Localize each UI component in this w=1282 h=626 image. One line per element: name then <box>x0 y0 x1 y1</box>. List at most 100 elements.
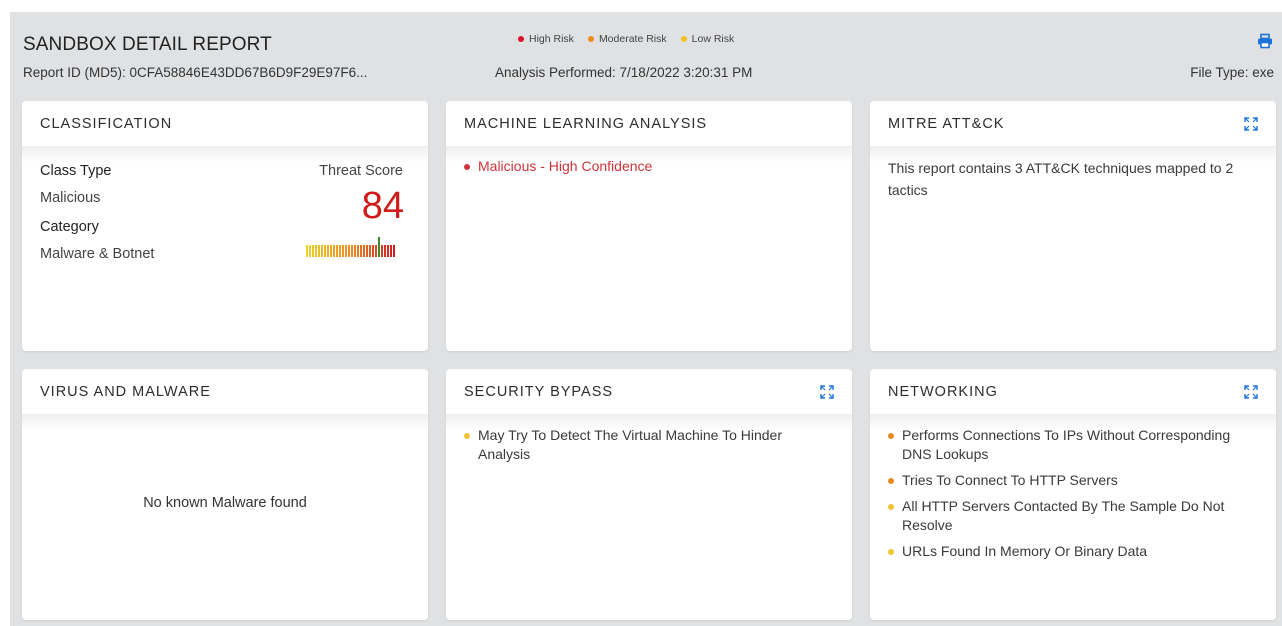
card-title: NETWORKING <box>888 383 998 400</box>
list-item-text: URLs Found In Memory Or Binary Data <box>902 543 1148 559</box>
threat-meter-tick <box>354 245 356 257</box>
threat-meter-tick <box>369 245 371 257</box>
list-item-text: May Try To Detect The Virtual Machine To… <box>478 427 782 462</box>
threat-score-label: Threat Score <box>319 163 403 179</box>
low-risk-dot-icon <box>680 36 687 42</box>
legend-label: Moderate Risk <box>598 33 667 45</box>
classification-card: CLASSIFICATION Class Type Malicious Cate… <box>22 101 428 351</box>
card-header: MITRE ATT&CK <box>870 101 1276 147</box>
card-title: VIRUS AND MALWARE <box>40 383 211 400</box>
threat-meter-tick <box>351 245 353 257</box>
security-list: May Try To Detect The Virtual Machine To… <box>446 426 852 464</box>
threat-meter-tick <box>381 245 383 257</box>
expand-icon[interactable] <box>1244 384 1258 399</box>
security-bypass-card: SECURITY BYPASS May Try To Detect The Vi… <box>446 369 852 620</box>
class-type-value: Malicious <box>40 190 101 206</box>
card-title: MACHINE LEARNING ANALYSIS <box>464 115 708 132</box>
expand-icon[interactable] <box>1244 116 1258 131</box>
moderate-risk-dot-icon <box>888 433 894 439</box>
threat-meter-tick <box>375 245 377 257</box>
page-title: SANDBOX DETAIL REPORT <box>23 34 272 55</box>
threat-meter-tick <box>342 245 344 257</box>
category-label: Category <box>40 219 99 235</box>
threat-meter-tick <box>330 245 332 257</box>
low-risk-dot-icon <box>888 549 894 555</box>
mitre-card: MITRE ATT&CK This report contains 3 ATT&… <box>870 101 1276 351</box>
list-item: Tries To Connect To HTTP Servers <box>888 471 1258 490</box>
category-value: Malware & Botnet <box>40 246 155 262</box>
high-risk-dot-icon <box>518 36 524 42</box>
threat-meter-tick <box>324 245 326 257</box>
threat-meter-tick <box>387 245 389 257</box>
threat-meter-tick <box>393 245 395 257</box>
card-header: SECURITY BYPASS <box>446 369 852 415</box>
file-type: File Type: exe <box>1190 65 1274 80</box>
expand-icon[interactable] <box>820 384 834 399</box>
threat-score-meter <box>306 237 395 257</box>
threat-meter-tick <box>384 245 386 257</box>
classification-body: Class Type Malicious Category Malware & … <box>22 163 428 349</box>
risk-legend: High Risk Moderate Risk Low Risk <box>518 33 734 45</box>
networking-card: NETWORKING Performs Connections To IPs W… <box>870 369 1276 620</box>
legend-label: High Risk <box>529 33 574 45</box>
class-type-label: Class Type <box>40 163 112 179</box>
threat-meter-marker <box>378 237 380 257</box>
virus-malware-card: VIRUS AND MALWARE No known Malware found <box>22 369 428 620</box>
ml-analysis-card: MACHINE LEARNING ANALYSIS Malicious - Hi… <box>446 101 852 351</box>
threat-meter-tick <box>360 245 362 257</box>
moderate-risk-dot-icon <box>587 36 594 42</box>
low-risk-dot-icon <box>888 504 894 510</box>
threat-meter-tick <box>372 245 374 257</box>
high-risk-dot-icon <box>464 164 470 170</box>
threat-meter-tick <box>318 245 320 257</box>
threat-meter-tick <box>309 245 311 257</box>
threat-score-value: 84 <box>361 185 404 227</box>
legend-label: Low Risk <box>691 33 735 45</box>
threat-meter-tick <box>363 245 365 257</box>
no-malware-message: No known Malware found <box>143 495 307 511</box>
card-header: VIRUS AND MALWARE <box>22 369 428 415</box>
moderate-risk-dot-icon <box>888 478 894 484</box>
report-frame: SANDBOX DETAIL REPORT High Risk Moderate… <box>10 12 1282 626</box>
list-item: All HTTP Servers Contacted By The Sample… <box>888 497 1258 535</box>
list-item: URLs Found In Memory Or Binary Data <box>888 542 1258 561</box>
card-band <box>22 415 428 431</box>
threat-meter-tick <box>333 245 335 257</box>
low-risk-dot-icon <box>464 433 470 439</box>
list-item-text: All HTTP Servers Contacted By The Sample… <box>902 498 1225 533</box>
analysis-time: Analysis Performed: 7/18/2022 3:20:31 PM <box>495 65 753 80</box>
mitre-summary: This report contains 3 ATT&CK techniques… <box>888 160 1234 198</box>
threat-meter-tick <box>339 245 341 257</box>
card-header: MACHINE LEARNING ANALYSIS <box>446 101 852 147</box>
threat-meter-tick <box>390 245 392 257</box>
networking-list: Performs Connections To IPs Without Corr… <box>870 426 1276 561</box>
list-item-text: Malicious - High Confidence <box>478 158 653 174</box>
threat-meter-tick <box>345 245 347 257</box>
printer-icon[interactable] <box>1257 33 1273 49</box>
card-header: CLASSIFICATION <box>22 101 428 147</box>
threat-meter-tick <box>327 245 329 257</box>
card-band <box>22 147 428 163</box>
threat-meter-tick <box>312 245 314 257</box>
list-item-text: Performs Connections To IPs Without Corr… <box>902 427 1231 462</box>
legend-low-risk: Low Risk <box>680 33 735 45</box>
threat-meter-tick <box>306 245 308 257</box>
card-header: NETWORKING <box>870 369 1276 415</box>
list-item: May Try To Detect The Virtual Machine To… <box>464 426 834 464</box>
card-title: CLASSIFICATION <box>40 115 173 132</box>
ml-list: Malicious - High Confidence <box>446 157 852 176</box>
threat-meter-tick <box>357 245 359 257</box>
card-title: SECURITY BYPASS <box>464 383 614 400</box>
card-title: MITRE ATT&CK <box>888 115 1005 132</box>
threat-meter-tick <box>315 245 317 257</box>
list-item: Malicious - High Confidence <box>464 157 834 176</box>
threat-meter-tick <box>336 245 338 257</box>
list-item: Performs Connections To IPs Without Corr… <box>888 426 1258 464</box>
threat-meter-tick <box>348 245 350 257</box>
legend-high-risk: High Risk <box>518 33 574 45</box>
report-id: Report ID (MD5): 0CFA58846E43DD67B6D9F29… <box>23 65 368 80</box>
legend-moderate-risk: Moderate Risk <box>587 33 667 45</box>
list-item-text: Tries To Connect To HTTP Servers <box>902 472 1118 488</box>
threat-meter-tick <box>321 245 323 257</box>
threat-meter-tick <box>366 245 368 257</box>
